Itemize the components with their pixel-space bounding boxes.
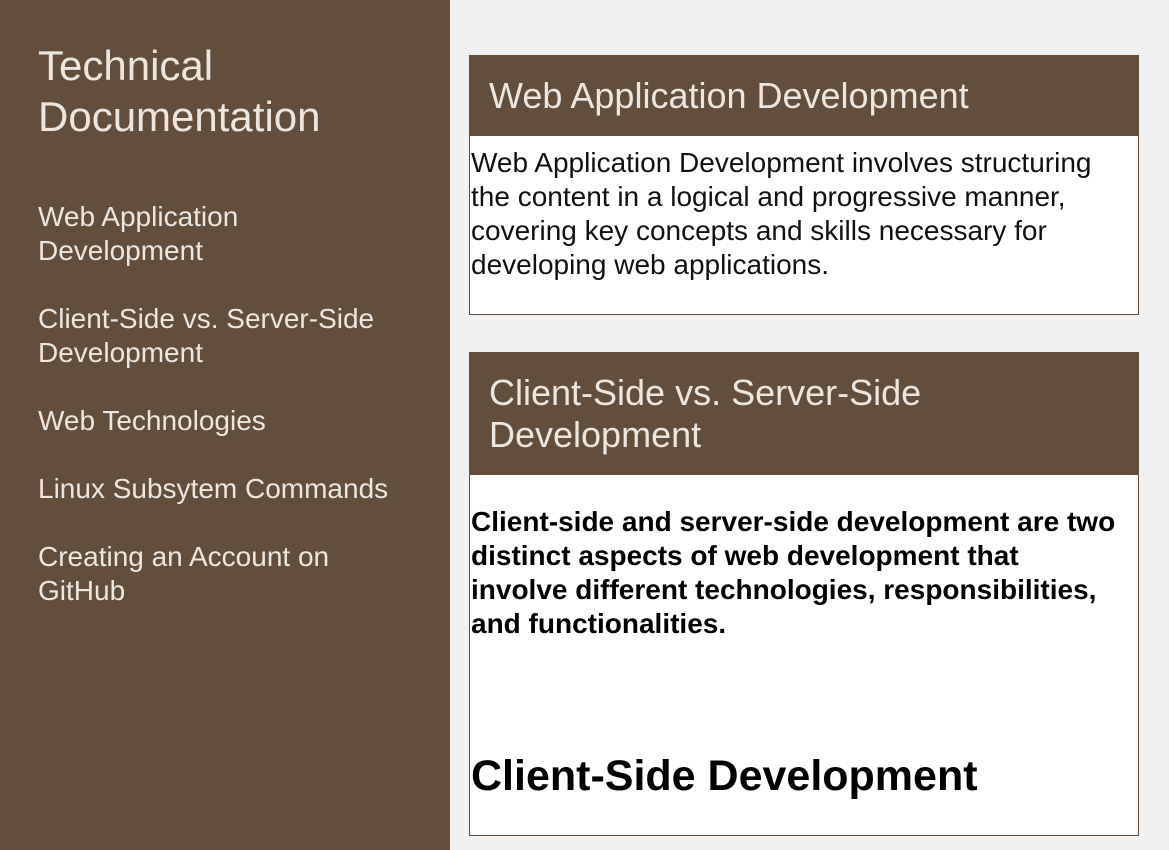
- nav-link-web-application-development[interactable]: Web Application Development: [38, 200, 408, 268]
- nav-list-item: Web Application Development: [38, 200, 450, 268]
- sidebar-title: Technical Documentation: [38, 42, 321, 140]
- section-subheading: Client-Side Development: [471, 752, 978, 800]
- nav-list: Web Application Development Client-Side …: [38, 200, 450, 608]
- section-header: Web Application Development: [470, 56, 1138, 136]
- section-text: Web Application Development involves str…: [471, 147, 1092, 280]
- section-web-application-development: Web Application Development Web Applicat…: [469, 55, 1139, 315]
- section-lead-text: Client-side and server-side development …: [471, 506, 1116, 639]
- section-body: Client-side and server-side development …: [470, 475, 1138, 835]
- section-header: Client-Side vs. Server-Side Development: [470, 353, 1138, 475]
- nav-list-item: Creating an Account on GitHub: [38, 540, 450, 608]
- nav-list-item: Linux Subsytem Commands: [38, 472, 450, 506]
- nav-link-web-technologies[interactable]: Web Technologies: [38, 404, 408, 438]
- nav-link-creating-github-account[interactable]: Creating an Account on GitHub: [38, 540, 408, 608]
- sidebar-nav: Technical Documentation Web Application …: [0, 0, 450, 850]
- nav-link-client-server-development[interactable]: Client-Side vs. Server-Side Development: [38, 302, 408, 370]
- page: Technical Documentation Web Application …: [0, 0, 1169, 850]
- nav-link-linux-subsystem-commands[interactable]: Linux Subsytem Commands: [38, 472, 408, 506]
- nav-list-item: Web Technologies: [38, 404, 450, 438]
- main-doc: Web Application Development Web Applicat…: [469, 55, 1139, 850]
- section-client-server-development: Client-Side vs. Server-Side Development …: [469, 352, 1139, 836]
- nav-list-item: Client-Side vs. Server-Side Development: [38, 302, 450, 370]
